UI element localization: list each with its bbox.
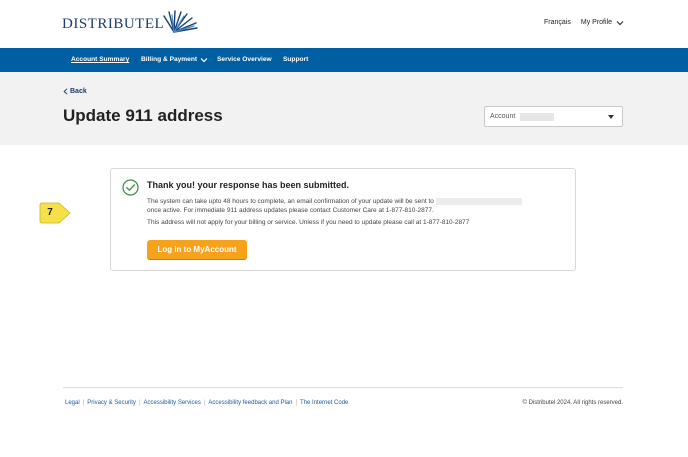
nav-account-summary[interactable]: Account Summary: [71, 56, 129, 63]
page-title: Update 911 address: [63, 106, 223, 125]
footer-link-accessibility-feedback[interactable]: Accessibility feedback and Plan: [208, 400, 292, 406]
nav-billing-payment-label: Billing & Payment: [141, 56, 198, 63]
confirmation-line-1-text: The system can take upto 48 hours to com…: [147, 198, 434, 206]
header-utility-links: Français My Profile: [544, 19, 624, 26]
footer-separator: |: [138, 400, 141, 406]
copyright-text: © Distributel 2024. All rights reserved.: [522, 400, 623, 406]
distributel-logo[interactable]: DISTRIBUTEL: [62, 10, 200, 34]
confirmation-line-3: This address will not apply for your bil…: [147, 219, 470, 226]
language-link[interactable]: Français: [544, 19, 571, 26]
email-redacted: [435, 198, 522, 205]
footer-separator: |: [82, 400, 85, 406]
account-selector[interactable]: Account: [484, 106, 623, 127]
chevron-left-icon: [63, 88, 68, 95]
main-navigation: Account Summary Billing & Payment Servic…: [0, 48, 688, 72]
nav-support-label: Support: [283, 56, 309, 63]
back-link[interactable]: Back: [63, 88, 87, 95]
footer-link-legal[interactable]: Legal: [65, 400, 80, 406]
chevron-down-icon: [616, 20, 624, 25]
footer-separator: |: [295, 400, 298, 406]
nav-service-overview[interactable]: Service Overview: [217, 56, 272, 63]
footer-link-accessibility-services[interactable]: Accessibility Services: [144, 400, 201, 406]
footer-link-internet-code[interactable]: The Internet Code: [300, 400, 348, 406]
account-selector-label: Account: [490, 113, 516, 120]
confirmation-heading: Thank you! your response has been submit…: [147, 180, 350, 190]
confirmation-line-2: once active. For immediate 911 address u…: [147, 207, 434, 214]
check-circle-icon: [122, 179, 139, 196]
my-profile-label: My Profile: [580, 19, 612, 26]
back-label: Back: [70, 88, 87, 95]
footer-link-privacy[interactable]: Privacy & Security: [87, 400, 136, 406]
footer-links: Legal | Privacy & Security | Accessibili…: [65, 400, 348, 406]
nav-service-overview-label: Service Overview: [217, 56, 272, 63]
nav-billing-payment[interactable]: Billing & Payment: [141, 56, 208, 63]
top-header: DISTRIBUTEL Français My Profile: [0, 0, 688, 48]
login-myaccount-button[interactable]: Log in to MyAccount: [147, 240, 247, 259]
footer-separator: |: [203, 400, 206, 406]
nav-account-summary-label: Account Summary: [71, 56, 130, 63]
nav-support[interactable]: Support: [283, 56, 308, 63]
logo-text: DISTRIBUTEL: [62, 16, 165, 32]
footer-divider: [63, 387, 623, 388]
caret-down-icon: [608, 115, 614, 119]
chevron-down-icon: [200, 57, 208, 62]
confirmation-line-1: The system can take upto 48 hours to com…: [147, 198, 522, 205]
logo-burst-icon: [163, 10, 198, 33]
account-number-redacted: [520, 112, 555, 121]
my-profile-menu[interactable]: My Profile: [581, 19, 624, 26]
step-badge-number: 7: [47, 207, 53, 218]
